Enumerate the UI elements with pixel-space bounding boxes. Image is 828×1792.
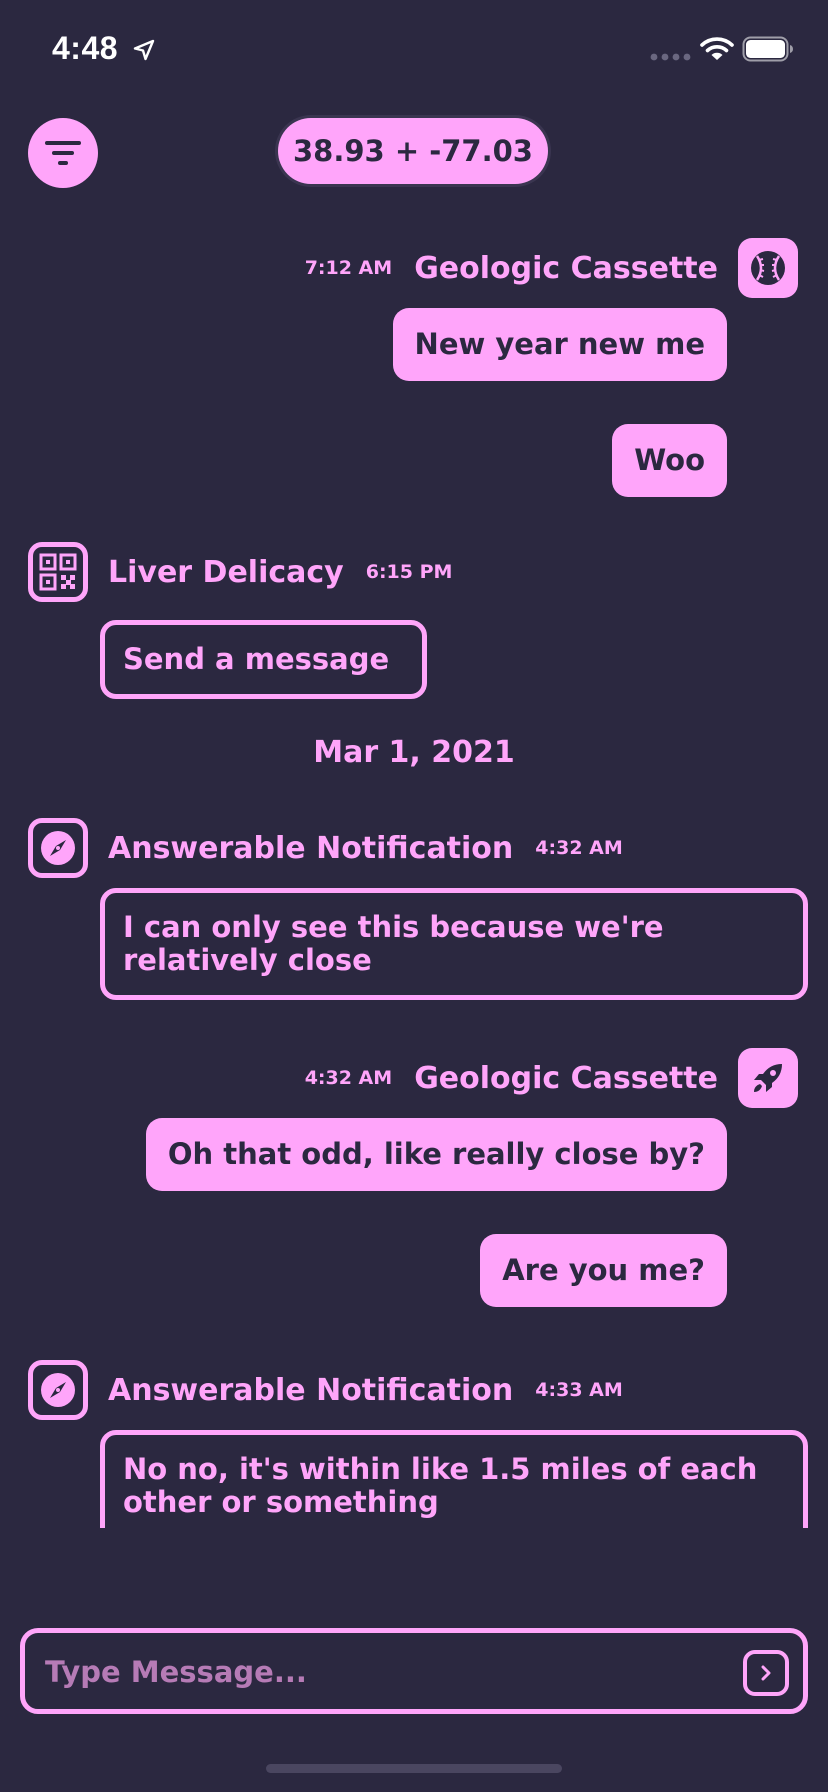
message-time: 7:12 AM	[304, 257, 393, 279]
message-time: 4:32 AM	[535, 837, 623, 859]
date-separator: Mar 1, 2021	[313, 735, 515, 770]
send-button[interactable]	[743, 1650, 789, 1696]
avatar[interactable]	[28, 1360, 88, 1420]
message-bubble[interactable]: Oh that odd, like really close by?	[145, 1118, 727, 1191]
sender-name: Liver Delicacy	[108, 554, 344, 590]
home-indicator	[266, 1764, 562, 1773]
message-bubble[interactable]: Send a message	[100, 620, 427, 699]
message-time: 4:32 AM	[304, 1067, 393, 1089]
message-header: 4:32 AM Geologic Cassette	[305, 1048, 798, 1108]
message-bubble[interactable]: No no, it's within like 1.5 miles of eac…	[100, 1430, 808, 1528]
message-bubble[interactable]: New year new me	[392, 308, 727, 381]
chevron-right-icon	[761, 1665, 771, 1681]
message-time: 4:33 AM	[535, 1379, 623, 1401]
message-input[interactable]	[43, 1643, 707, 1701]
avatar[interactable]	[28, 818, 88, 878]
sender-name: Answerable Notification	[108, 830, 514, 866]
message-bubble[interactable]: I can only see this because we're relati…	[100, 888, 808, 1000]
avatar[interactable]	[738, 238, 798, 298]
message-bubble[interactable]: Are you me?	[480, 1234, 727, 1307]
avatar[interactable]	[28, 542, 88, 602]
message-time: 6:15 PM	[365, 561, 453, 583]
compass-icon	[41, 1373, 75, 1407]
baseball-icon	[751, 251, 785, 285]
sender-name: Geologic Cassette	[414, 1060, 718, 1096]
message-list[interactable]: 7:12 AM Geologic Cassette New year new m…	[0, 0, 828, 1528]
message-header: Liver Delicacy 6:15 PM	[28, 542, 452, 602]
rocket-icon	[754, 1064, 782, 1092]
avatar[interactable]	[738, 1048, 798, 1108]
qr-code-icon	[39, 553, 77, 591]
message-composer	[20, 1628, 808, 1714]
compass-icon	[41, 831, 75, 865]
sender-name: Geologic Cassette	[414, 250, 718, 286]
message-bubble[interactable]: Woo	[612, 424, 727, 497]
message-header: 7:12 AM Geologic Cassette	[305, 238, 798, 298]
message-header: Answerable Notification 4:33 AM	[28, 1360, 623, 1420]
sender-name: Answerable Notification	[108, 1372, 514, 1408]
message-header: Answerable Notification 4:32 AM	[28, 818, 623, 878]
